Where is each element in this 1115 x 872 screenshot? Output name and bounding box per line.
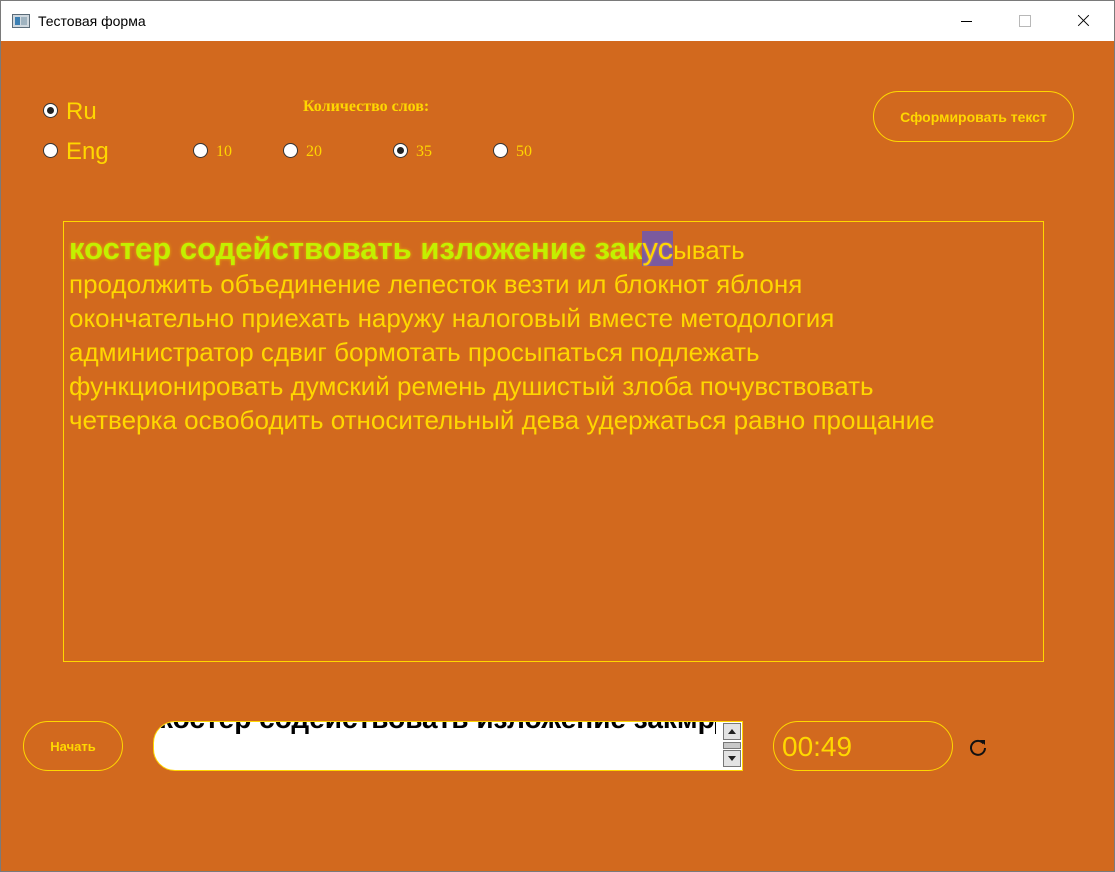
window-title: Тестовая форма [38,13,146,29]
typed-text: костер содействовать изложение зак [69,231,643,266]
radio-ru-label: Ru [66,98,97,125]
text-line-5: функционировать думский ремень душистый … [69,371,874,401]
typing-input-text: костер содействовать изложение закмр [159,722,719,737]
text-display: костер содействовать изложение закусыват… [63,221,1044,662]
typing-input-value: костер содействовать изложение закмр [159,722,715,734]
word-count-title: Количество слов: [303,98,430,115]
text-line-3: окончательно приехать наружу налоговый в… [69,303,835,333]
text-line-4: администратор сдвиг бормотать просыпатьс… [69,337,760,367]
close-button[interactable] [1054,1,1112,41]
start-button[interactable]: Начать [23,721,123,771]
text-line-1: костер содействовать изложение закусыват… [69,231,1038,267]
radio-ru[interactable] [43,103,58,118]
radio-count-20-label: 20 [306,143,322,160]
timer-value: 00:49 [782,731,853,762]
maximize-button[interactable] [996,1,1054,41]
app-icon [12,14,30,28]
generate-text-label: Сформировать текст [900,108,1047,125]
radio-count-35[interactable] [393,143,408,158]
scrollbar-thumb[interactable] [723,742,741,749]
error-text: ус [642,231,674,266]
start-label: Начать [50,738,96,754]
text-line-6: четверка освободить относительный дева у… [69,405,935,435]
scroll-down-arrow-icon[interactable] [723,750,741,767]
radio-count-10[interactable] [193,143,208,158]
radio-count-50-label: 50 [516,143,532,160]
text-caret [714,722,716,734]
scroll-up-arrow-icon[interactable] [723,723,741,740]
refresh-icon[interactable] [968,737,988,757]
app-window: Тестовая форма Ru Eng Количество слов: 1… [0,0,1115,872]
typing-input[interactable]: костер содействовать изложение закмр [153,721,743,771]
radio-count-20[interactable] [283,143,298,158]
generate-text-button[interactable]: Сформировать текст [873,91,1074,142]
minimize-button[interactable] [938,1,996,41]
radio-count-50[interactable] [493,143,508,158]
timer-display: 00:49 [773,721,953,771]
remaining-text: ывать [673,235,745,265]
radio-count-35-label: 35 [416,143,432,160]
radio-eng-label: Eng [66,138,109,165]
radio-eng[interactable] [43,143,58,158]
text-line-2: продолжить объединение лепесток везти ил… [69,269,803,299]
radio-count-10-label: 10 [216,143,232,160]
title-bar: Тестовая форма [1,1,1114,41]
